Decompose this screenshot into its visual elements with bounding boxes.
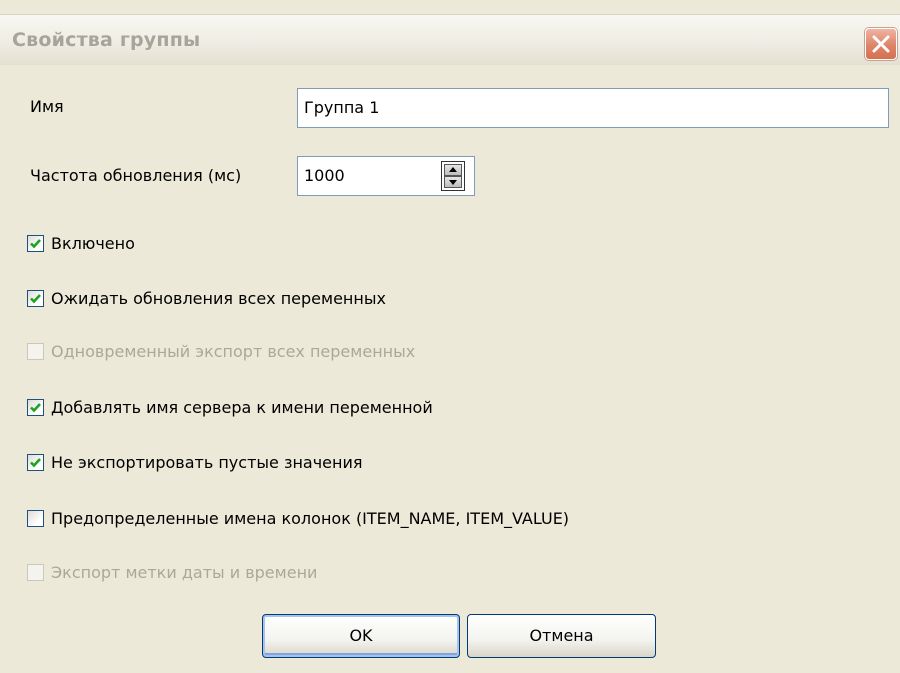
checkbox-label: Экспорт метки даты и времени bbox=[51, 563, 318, 582]
checkbox[interactable] bbox=[27, 290, 44, 307]
close-button[interactable] bbox=[865, 28, 897, 60]
checkbox-label: Включено bbox=[51, 234, 135, 253]
cancel-button[interactable]: Отмена bbox=[467, 614, 656, 658]
name-label: Имя bbox=[30, 97, 64, 116]
close-icon bbox=[872, 35, 890, 53]
title-bar: Свойства группы bbox=[0, 14, 900, 65]
checkbox-label: Одновременный экспорт всех переменных bbox=[51, 342, 416, 361]
ok-button[interactable]: OK bbox=[262, 614, 460, 658]
name-input[interactable]: Группа 1 bbox=[297, 88, 889, 128]
checkbox-label: Предопределенные имена колонок (ITEM_NAM… bbox=[51, 509, 570, 528]
checkmark-icon bbox=[30, 458, 41, 468]
dialog-title: Свойства группы bbox=[12, 29, 201, 51]
checkbox[interactable] bbox=[27, 454, 44, 471]
rate-label: Частота обновления (мс) bbox=[30, 166, 242, 185]
checkbox bbox=[27, 564, 44, 581]
checkbox[interactable] bbox=[27, 510, 44, 527]
checkbox-label: Добавлять имя сервера к имени переменной bbox=[51, 398, 433, 417]
checkmark-icon bbox=[30, 294, 41, 304]
checkbox bbox=[27, 343, 44, 360]
spin-up-arrow-icon[interactable] bbox=[444, 164, 462, 176]
rate-stepper[interactable] bbox=[441, 161, 465, 191]
checkbox-label: Не экспортировать пустые значения bbox=[51, 453, 363, 472]
checkbox[interactable] bbox=[27, 399, 44, 416]
checkmark-icon bbox=[30, 239, 41, 249]
checkbox[interactable] bbox=[27, 235, 44, 252]
checkbox-label: Ожидать обновления всех переменных bbox=[51, 289, 386, 308]
group-properties-dialog: Свойства группы Имя Группа 1 Частота обн… bbox=[0, 0, 900, 673]
checkmark-icon bbox=[30, 403, 41, 413]
spin-down-arrow-icon[interactable] bbox=[444, 176, 462, 188]
